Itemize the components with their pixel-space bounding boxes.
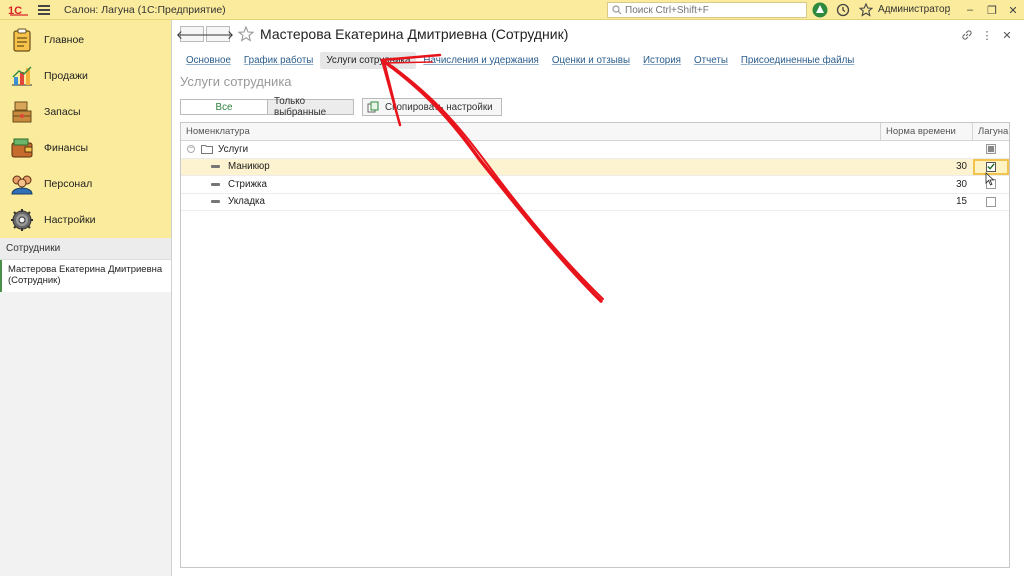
search-icon	[612, 5, 622, 15]
tab-attached-files[interactable]: Присоединенные файлы	[735, 52, 860, 69]
current-user[interactable]: Администратор	[878, 4, 950, 15]
row-time: 30	[956, 178, 967, 190]
copy-icon	[367, 101, 379, 113]
people-icon	[10, 172, 34, 196]
section-label: Настройки	[44, 214, 96, 226]
form-header: 🡐 🡒 Мастерова Екатерина Дмитриевна (Сотр…	[176, 26, 569, 42]
row-name: Стрижка	[228, 178, 267, 190]
section-panel: Главное Продажи Запасы Финансы Персонал	[0, 20, 171, 238]
app-title: Салон: Лагуна (1С:Предприятие)	[64, 3, 226, 16]
filter-selected-button[interactable]: Только выбранные	[267, 96, 353, 118]
link-icon[interactable]	[960, 28, 974, 42]
group-name: Услуги	[218, 143, 249, 155]
notifications-icon[interactable]	[812, 2, 828, 18]
row-checkbox[interactable]	[986, 196, 996, 207]
tab-history[interactable]: История	[637, 52, 687, 69]
tab-services[interactable]: Услуги сотрудника	[320, 51, 417, 69]
gear-icon	[10, 208, 34, 232]
tab-schedule[interactable]: График работы	[238, 52, 319, 69]
filter-toggle: Все Только выбранные	[180, 96, 354, 118]
section-label: Продажи	[44, 70, 88, 82]
services-toolbar: Все Только выбранные Скопировать настрой…	[180, 96, 502, 118]
section-main[interactable]: Главное	[0, 22, 171, 58]
global-search[interactable]	[607, 2, 807, 18]
group-checkbox[interactable]	[986, 144, 996, 155]
boxes-icon	[10, 100, 34, 124]
form-tabs: Основное График работы Услуги сотрудника…	[180, 50, 861, 70]
section-label: Запасы	[44, 106, 81, 118]
copy-settings-button[interactable]: Скопировать настройки	[362, 98, 502, 116]
tab-reviews[interactable]: Оценки и отзывы	[546, 52, 636, 69]
collapse-icon[interactable]: −	[187, 145, 195, 154]
column-nomenclature[interactable]: Номенклатура	[181, 123, 881, 140]
tab-reports[interactable]: Отчеты	[688, 52, 734, 69]
filter-all-button[interactable]: Все	[181, 100, 267, 114]
form-title: Мастерова Екатерина Дмитриевна (Сотрудни…	[260, 26, 569, 42]
item-icon	[211, 200, 220, 204]
table-row[interactable]: Маникюр 30	[181, 158, 1009, 176]
column-time-norm[interactable]: Норма времени	[881, 123, 973, 140]
form-close-icon[interactable]: ✕	[1000, 28, 1014, 42]
mouse-cursor-icon	[985, 172, 995, 186]
checkmark-icon	[987, 163, 995, 171]
row-name: Маникюр	[228, 161, 270, 173]
sidebar: Главное Продажи Запасы Финансы Персонал	[0, 20, 172, 576]
title-bar: 1C Салон: Лагуна (1С:Предприятие) Админи…	[0, 0, 1024, 20]
section-finance[interactable]: Финансы	[0, 130, 171, 166]
tab-main[interactable]: Основное	[180, 52, 237, 69]
minimize-icon[interactable]: –	[962, 2, 978, 18]
form-more-icon[interactable]: ⋮	[980, 28, 994, 42]
section-stock[interactable]: Запасы	[0, 94, 171, 130]
copy-settings-label: Скопировать настройки	[385, 101, 493, 113]
section-label: Персонал	[44, 178, 93, 190]
item-icon	[211, 182, 220, 186]
section-sales[interactable]: Продажи	[0, 58, 171, 94]
section-settings[interactable]: Настройки	[0, 202, 171, 238]
row-name: Укладка	[228, 196, 266, 208]
bar-chart-icon	[10, 64, 34, 88]
tab-accruals[interactable]: Начисления и удержания	[417, 52, 544, 69]
forward-button[interactable]: 🡒	[202, 26, 234, 42]
section-title: Услуги сотрудника	[180, 74, 292, 89]
row-checkbox[interactable]	[986, 161, 996, 172]
table-row[interactable]: Укладка 15	[181, 194, 1009, 211]
form-area: 🡐 🡒 Мастерова Екатерина Дмитриевна (Сотр…	[172, 20, 1024, 576]
more-icon[interactable]: ⋮	[941, 2, 957, 18]
table-row[interactable]: Стрижка 30	[181, 176, 1009, 194]
1c-logo-icon[interactable]: 1C	[8, 3, 30, 17]
main-menu-icon[interactable]	[38, 4, 50, 15]
history-icon[interactable]	[835, 2, 851, 18]
svg-text:1C: 1C	[8, 5, 22, 16]
section-label: Финансы	[44, 142, 89, 154]
section-staff[interactable]: Персонал	[0, 166, 171, 202]
clipboard-icon	[10, 28, 34, 52]
column-laguna[interactable]: Лагуна	[973, 123, 1009, 140]
table-header: Номенклатура Норма времени Лагуна	[181, 123, 1009, 141]
favorite-star-icon[interactable]	[238, 26, 254, 42]
folder-icon	[201, 145, 213, 155]
favorites-icon[interactable]	[858, 2, 874, 18]
search-input[interactable]	[625, 4, 805, 16]
restore-icon[interactable]: ❐	[984, 2, 1000, 18]
section-label: Главное	[44, 34, 85, 46]
row-time: 30	[956, 161, 967, 173]
item-icon	[211, 165, 220, 169]
services-table: Номенклатура Норма времени Лагуна − Услу…	[180, 122, 1010, 568]
table-group-row[interactable]: − Услуги	[181, 141, 1009, 159]
history-item[interactable]: Мастерова Екатерина Дмитриевна (Сотрудни…	[0, 260, 171, 292]
history-panel-title[interactable]: Сотрудники	[0, 238, 171, 260]
close-icon[interactable]: ✕	[1005, 2, 1021, 18]
wallet-icon	[10, 136, 34, 160]
row-time: 15	[956, 196, 967, 208]
back-button[interactable]: 🡐	[176, 26, 208, 42]
